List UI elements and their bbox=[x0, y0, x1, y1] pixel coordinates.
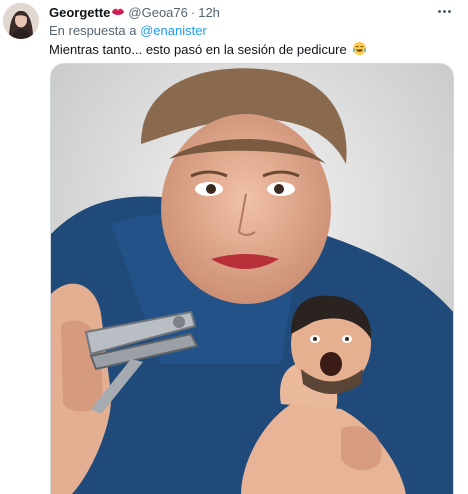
more-options-icon[interactable] bbox=[434, 4, 454, 18]
tweet-header: Georgette @Geoa76 · 12h bbox=[49, 4, 438, 20]
tweet-text: Mientras tanto... esto pasó en la sesión… bbox=[49, 41, 367, 57]
reply-context: En respuesta a @enanister bbox=[49, 23, 207, 38]
tweet[interactable]: Georgette @Geoa76 · 12h En respuesta a @… bbox=[0, 0, 468, 494]
tears-of-joy-emoji-icon bbox=[353, 41, 367, 56]
display-name[interactable]: Georgette bbox=[49, 5, 110, 20]
meme-photo-image bbox=[51, 64, 453, 494]
tweet-text-content: Mientras tanto... esto pasó en la sesión… bbox=[49, 42, 347, 57]
separator-dot: · bbox=[190, 4, 196, 20]
user-avatar[interactable] bbox=[3, 3, 39, 39]
user-handle[interactable]: @Geoa76 bbox=[128, 5, 187, 20]
avatar-image bbox=[3, 3, 39, 39]
reply-to-link[interactable]: @enanister bbox=[140, 23, 207, 38]
tweet-photo[interactable] bbox=[50, 63, 454, 494]
kiss-lips-icon bbox=[112, 8, 125, 15]
tweet-timestamp[interactable]: 12h bbox=[198, 5, 220, 20]
reply-prefix: En respuesta a bbox=[49, 23, 137, 38]
